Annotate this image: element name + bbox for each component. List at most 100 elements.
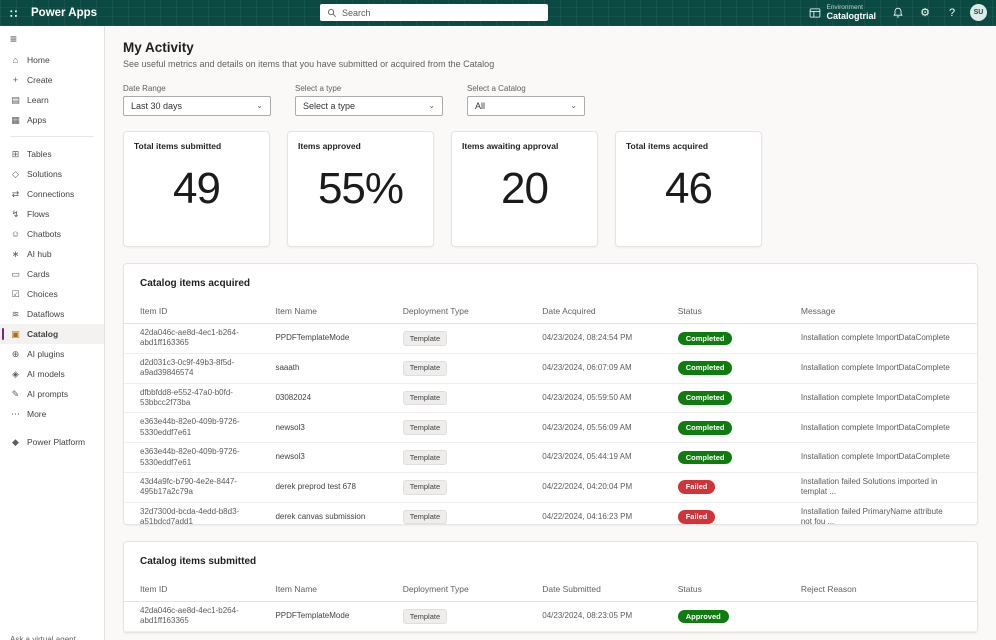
table-row[interactable]: 32d7300d-bcda-4edd-b8d3-a51bdcd7add1 der… <box>124 503 977 524</box>
sidebar-item-ai-prompts[interactable]: ✎ AI prompts <box>0 384 104 404</box>
column-header: Date Acquired <box>542 306 596 316</box>
table-row[interactable]: 43d4a9fc-b790-4e2e-8447-495b17a2c79a der… <box>124 473 977 503</box>
table-row[interactable]: d2d031c3-0c9f-49b3-8f5d-a9ad39846574 saa… <box>124 354 977 384</box>
sidebar-item-label: Learn <box>27 95 49 105</box>
column-header: Item Name <box>275 306 318 316</box>
deployment-type-badge: Template <box>402 479 448 495</box>
metric-card-total-submitted: Total items submitted 49 <box>123 131 270 247</box>
app-launcher-button[interactable] <box>0 0 26 26</box>
table-row[interactable]: e363e44b-82e0-409b-9726-5330eddf7e61 new… <box>124 413 977 444</box>
date-acquired: 04/23/2024, 06:07:09 AM <box>542 362 632 372</box>
dropdown-value: Last 30 days <box>131 101 183 111</box>
sidebar-item-label: Flows <box>27 209 50 219</box>
sidebar-item-learn[interactable]: ▤ Learn <box>0 90 104 110</box>
waffle-icon <box>7 7 19 19</box>
metric-card-awaiting-approval: Items awaiting approval 20 <box>451 131 598 247</box>
main-content: My Activity See useful metrics and detai… <box>105 26 996 640</box>
table-row[interactable]: dfbbfdd8-e552-47a0-b0fd-53bbcc2f73ba 030… <box>124 384 977 414</box>
ask-virtual-agent-link[interactable]: Ask a virtual agent <box>10 635 76 640</box>
connections-icon: ⇄ <box>11 188 20 199</box>
sidebar-item-cards[interactable]: ▭ Cards <box>0 264 104 284</box>
chevron-down-icon: ⌄ <box>256 101 263 110</box>
acquired-table-scroll-area[interactable]: 42da046c-ae8d-4ec1-b264-abd1ff163365 PPD… <box>124 324 977 524</box>
metric-value: 55% <box>317 164 404 213</box>
sidebar-item-label: Choices <box>27 289 58 299</box>
sidebar-item-label: Catalog <box>27 329 59 339</box>
sidebar-item-label: AI hub <box>27 249 52 259</box>
status-badge: Failed <box>677 510 716 524</box>
message: Installation failed Solutions imported i… <box>800 476 938 497</box>
filter-bar: Date Range Last 30 days ⌄ Select a type … <box>123 84 978 116</box>
filter-label: Select a type <box>295 84 342 93</box>
sidebar-item-apps[interactable]: ▦ Apps <box>0 110 104 130</box>
sidebar-item-catalog[interactable]: ▣ Catalog <box>0 324 104 344</box>
sidebar-item-create[interactable]: + Create <box>0 70 104 90</box>
sidebar-item-flows[interactable]: ↯ Flows <box>0 204 104 224</box>
filter-type: Select a type Select a type ⌄ <box>295 84 443 116</box>
sidebar-item-label: Create <box>27 75 53 85</box>
sidebar-item-label: Tables <box>27 149 52 159</box>
sidebar-item-dataflows[interactable]: ≋ Dataflows <box>0 304 104 324</box>
deployment-type-badge: Template <box>402 509 448 524</box>
date-range-dropdown[interactable]: Last 30 days ⌄ <box>123 96 271 116</box>
model-icon: ◈ <box>12 368 19 379</box>
sidebar-item-choices[interactable]: ☑ Choices <box>0 284 104 304</box>
message: Installation complete ImportDataComplete <box>800 452 950 462</box>
item-name: derek preprod test 678 <box>275 482 356 492</box>
table-row[interactable]: e363e44b-82e0-409b-9726-5330eddf7e61 new… <box>124 443 977 473</box>
sidebar-item-ai-hub[interactable]: ∗ AI hub <box>0 244 104 264</box>
sidebar-item-tables[interactable]: ⊞ Tables <box>0 144 104 164</box>
sidebar-item-solutions[interactable]: ◇ Solutions <box>0 164 104 184</box>
sidebar-item-label: AI models <box>27 369 65 379</box>
submitted-table-header: Item ID Item Name Deployment Type Date S… <box>124 580 977 602</box>
table-row[interactable]: 42da046c-ae8d-4ec1-b264-abd1ff163365 PPD… <box>124 602 977 632</box>
deployment-type-badge: Template <box>402 609 448 624</box>
sidebar-item-ai-models[interactable]: ◈ AI models <box>0 364 104 384</box>
item-id: e363e44b-82e0-409b-9726-5330eddf7e61 <box>140 447 240 467</box>
message: Installation complete ImportDataComplete <box>800 362 950 372</box>
plugin-icon: ⊕ <box>11 348 20 359</box>
type-dropdown[interactable]: Select a type ⌄ <box>295 96 443 116</box>
avatar[interactable]: SU <box>970 4 987 22</box>
item-name: newsol3 <box>275 452 305 462</box>
column-header: Item Name <box>275 584 318 594</box>
settings-button[interactable]: ⚙ <box>916 4 934 22</box>
date-acquired: 04/22/2024, 04:16:23 PM <box>542 511 633 521</box>
help-icon: ? <box>948 6 956 19</box>
acquired-table-header: Item ID Item Name Deployment Type Date A… <box>124 302 977 324</box>
prompt-icon: ✎ <box>11 388 20 399</box>
sidebar-item-connections[interactable]: ⇄ Connections <box>0 184 104 204</box>
sidebar-item-label: Cards <box>27 269 50 279</box>
bell-icon <box>893 7 903 18</box>
deployment-type-badge: Template <box>402 360 448 376</box>
notifications-button[interactable] <box>889 4 907 22</box>
sidebar-item-chatbots[interactable]: ☺ Chatbots <box>0 224 104 244</box>
environment-label: Environment <box>826 4 863 12</box>
home-icon: ⌂ <box>12 55 19 65</box>
metric-value: 46 <box>665 164 713 213</box>
sidebar-item-power-platform[interactable]: ◆ Power Platform <box>0 432 104 452</box>
sidebar-item-ai-plugins[interactable]: ⊕ AI plugins <box>0 344 104 364</box>
sidebar-item-home[interactable]: ⌂ Home <box>0 50 104 70</box>
top-bar: Power Apps Search Environment Catalogtri… <box>0 0 996 26</box>
collapse-nav-button[interactable]: ≡ <box>0 30 104 48</box>
search-input[interactable]: Search <box>320 4 548 21</box>
table-row[interactable]: 42da046c-ae8d-4ec1-b264-abd1ff163365 PPD… <box>124 324 977 354</box>
item-name: newsol3 <box>275 422 305 432</box>
help-button[interactable]: ? <box>943 4 961 22</box>
item-id: d2d031c3-0c9f-49b3-8f5d-a9ad39846574 <box>140 357 235 378</box>
hamburger-icon: ≡ <box>10 32 18 46</box>
sidebar-item-label: Apps <box>27 115 47 125</box>
metric-card-items-approved: Items approved 55% <box>287 131 434 247</box>
sidebar-item-more[interactable]: ⋯ More <box>0 404 104 424</box>
item-id: 42da046c-ae8d-4ec1-b264-abd1ff163365 <box>140 606 239 626</box>
apps-grid-icon: ▦ <box>11 114 20 125</box>
message: Installation complete ImportDataComplete <box>800 422 950 432</box>
environment-switcher[interactable]: Environment Catalogtrial <box>805 3 880 22</box>
sidebar-item-label: Chatbots <box>27 229 62 239</box>
metric-label: Total items submitted <box>134 141 222 151</box>
item-id: e363e44b-82e0-409b-9726-5330eddf7e61 <box>140 417 240 437</box>
catalog-dropdown[interactable]: All ⌄ <box>467 96 585 116</box>
item-name: saaath <box>275 362 300 372</box>
plus-icon: + <box>12 75 19 85</box>
